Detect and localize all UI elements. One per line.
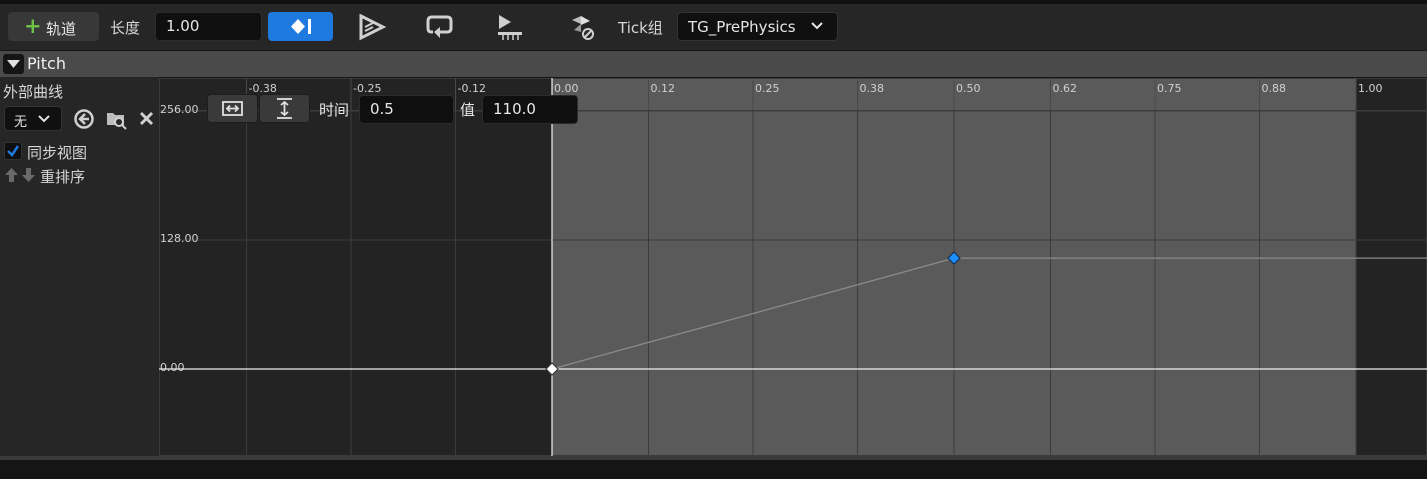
toolbar-top-border <box>0 0 1427 4</box>
time-label: 时间 <box>319 101 350 119</box>
sync-view-label: 同步视图 <box>27 144 88 162</box>
ignore-time-dilation-button[interactable] <box>566 12 596 42</box>
external-curve-value: 无 <box>14 115 28 130</box>
ignore-time-dilation-icon <box>572 16 594 40</box>
fit-horizontal-button[interactable] <box>207 94 258 123</box>
fit-horizontal-icon <box>222 101 243 116</box>
collapse-button[interactable] <box>3 54 24 74</box>
x-tick-label: 0.38 <box>860 82 885 95</box>
folder-search-icon <box>107 113 127 130</box>
external-curve-label: 外部曲线 <box>3 83 64 101</box>
key-value-input[interactable]: 110.0 <box>482 95 578 124</box>
track-header[interactable]: Pitch <box>0 51 1427 77</box>
add-key-button[interactable] <box>268 12 333 41</box>
track-name: Pitch <box>27 54 66 73</box>
close-icon <box>139 111 154 126</box>
triangle-down-icon <box>7 60 20 68</box>
add-track-button[interactable]: + 轨道 <box>8 12 99 41</box>
chevron-down-icon <box>38 115 50 123</box>
browse-asset-button[interactable] <box>105 108 127 130</box>
external-curve-dropdown[interactable]: 无 <box>4 106 62 131</box>
autoplay-button[interactable] <box>357 12 387 42</box>
use-selected-asset-button[interactable] <box>73 108 95 130</box>
add-key-icon <box>291 19 311 34</box>
tick-group-value: TG_PrePhysics <box>688 18 796 36</box>
tick-group-label: Tick组 <box>618 19 663 37</box>
x-tick-label: 1.00 <box>1358 82 1383 95</box>
x-tick-label: 0.00 <box>554 82 579 95</box>
reorder-label: 重排序 <box>40 168 86 186</box>
y-tick-label: 256.00 <box>160 103 199 116</box>
arrow-left-circle-icon <box>74 109 94 129</box>
length-label: 长度 <box>110 19 141 37</box>
panel-bottom-border <box>0 456 1427 460</box>
x-tick-label: 0.50 <box>956 82 981 95</box>
length-input[interactable]: 1.00 <box>155 12 262 41</box>
track-settings-panel <box>0 77 159 460</box>
checkmark-icon <box>7 145 20 157</box>
x-tick-label: 0.75 <box>1157 82 1182 95</box>
arrow-down-icon <box>22 168 35 182</box>
key-time-input[interactable]: 0.5 <box>359 95 454 124</box>
loop-button[interactable] <box>425 12 455 42</box>
value-label: 值 <box>460 101 476 119</box>
x-tick-label: 0.12 <box>650 82 675 95</box>
move-up-button[interactable] <box>3 166 20 183</box>
x-tick-label: 0.62 <box>1052 82 1077 95</box>
plus-icon: + <box>24 14 42 38</box>
tick-group-dropdown[interactable]: TG_PrePhysics <box>677 12 838 41</box>
fit-vertical-button[interactable] <box>259 94 310 123</box>
use-last-keyframe-icon <box>498 15 522 40</box>
add-track-label: 轨道 <box>46 20 77 38</box>
y-tick-label: 0.00 <box>160 361 185 374</box>
chevron-down-icon <box>811 22 823 30</box>
move-down-button[interactable] <box>20 166 37 183</box>
y-tick-label: 128.00 <box>160 232 199 245</box>
clear-curve-button[interactable] <box>138 110 156 128</box>
curve-editor-graph[interactable]: -0.38 -0.25 -0.12 0.00 0.12 0.25 0.38 0.50 0.62 0… <box>159 78 1427 456</box>
use-last-keyframe-button[interactable] <box>495 12 525 42</box>
loop-icon <box>426 15 453 38</box>
sync-view-checkbox[interactable] <box>4 142 22 160</box>
autoplay-icon <box>359 13 387 41</box>
x-tick-label: -0.25 <box>353 82 381 95</box>
x-tick-label: 0.25 <box>755 82 780 95</box>
arrow-up-icon <box>5 168 18 182</box>
x-tick-label: 0.88 <box>1262 82 1287 95</box>
fit-vertical-icon <box>277 98 292 119</box>
x-tick-label: -0.12 <box>458 82 486 95</box>
